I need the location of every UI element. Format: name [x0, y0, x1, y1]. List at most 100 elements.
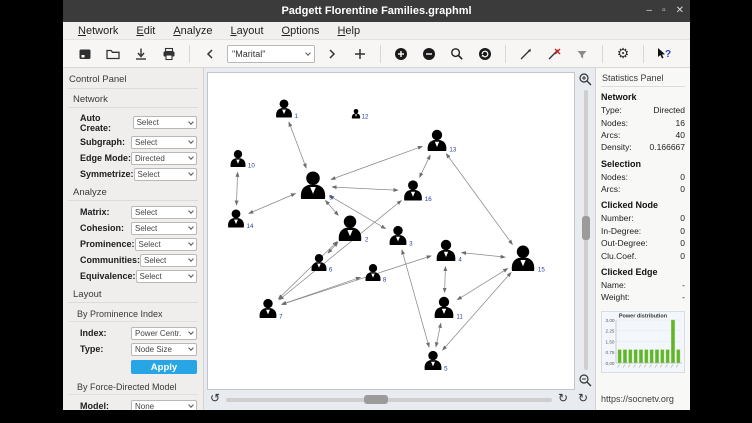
remove-node-button[interactable] [417, 43, 441, 65]
menu-options[interactable]: Options [273, 25, 329, 37]
whats-this-button[interactable]: ? [652, 43, 676, 65]
type-select[interactable]: Node Size [131, 343, 197, 356]
graph-canvas[interactable]: 12345678910111213141516 [207, 72, 575, 390]
zoom-in-icon[interactable] [578, 72, 593, 87]
save-network-button[interactable] [129, 43, 153, 65]
zoom-slider-handle[interactable] [582, 216, 590, 240]
graph-node-3[interactable]: 3 [390, 226, 414, 247]
add-node-button[interactable] [389, 43, 413, 65]
graph-edge-7-16[interactable] [279, 200, 401, 299]
graph-node-1[interactable]: 1 [276, 99, 299, 119]
model-select[interactable]: None [131, 400, 197, 411]
communities-select[interactable]: Select [140, 254, 197, 267]
settings-button[interactable]: ⚙ [611, 43, 635, 65]
rotate-slider-track[interactable] [226, 398, 552, 402]
add-edge-button[interactable] [514, 43, 538, 65]
graph-edge-4-7[interactable] [282, 256, 431, 305]
equivalence-select[interactable]: Select [136, 270, 197, 283]
graph-edge-2-9[interactable] [325, 200, 338, 215]
graph-node-10[interactable]: 10 [231, 150, 256, 169]
filter-edges-button[interactable] [570, 43, 594, 65]
graph-edge-10-14[interactable] [236, 172, 237, 205]
graph-node-16[interactable]: 16 [404, 180, 432, 203]
graph-edge-5-11[interactable] [436, 323, 441, 347]
rotate-slider-handle[interactable] [364, 395, 388, 404]
stat-clicked-edge-weight: Weight:- [601, 291, 685, 303]
graph-node-9[interactable]: 9 [301, 171, 333, 201]
minimize-button[interactable]: – [647, 6, 653, 16]
auto-create-value: Select [137, 118, 159, 127]
graph-edge-9-16[interactable] [332, 187, 398, 190]
group-title-analyze: Analyze [68, 184, 198, 201]
statistics-panel-title: Statistics Panel [601, 71, 685, 87]
row-cohesion: Cohesion:Select [68, 220, 198, 236]
rotate-right-icon[interactable]: ↻ [558, 391, 568, 405]
graph-node-6[interactable]: 6 [312, 254, 333, 273]
menu-edit[interactable]: Edit [127, 25, 164, 37]
menu-network[interactable]: Network [69, 25, 127, 37]
graph-edge-4-15[interactable] [462, 253, 506, 258]
symmetrize-select[interactable]: Select [134, 168, 197, 181]
matrix-select[interactable]: Select [131, 206, 197, 219]
graph-node-15[interactable]: 15 [512, 246, 546, 274]
graph-edge-3-9[interactable] [329, 196, 385, 229]
close-button[interactable]: ✕ [676, 6, 684, 16]
graph-edge-13-15[interactable] [446, 154, 512, 245]
node-label: 2 [365, 236, 369, 243]
cohesion-select[interactable]: Select [131, 222, 197, 235]
stat-selection-nodes: Nodes:0 [601, 171, 685, 183]
find-node-button[interactable] [445, 43, 469, 65]
graph-node-7[interactable]: 7 [260, 299, 284, 320]
prominence-select[interactable]: Select [135, 238, 197, 251]
edge-mode-select[interactable]: Directed [131, 152, 197, 165]
auto-create-select[interactable]: Select [133, 116, 197, 129]
rotate-left-icon[interactable]: ↺ [210, 391, 220, 405]
print-network-button[interactable] [157, 43, 181, 65]
graph-node-2[interactable]: 2 [339, 216, 369, 244]
graph-edge-3-5[interactable] [402, 250, 429, 347]
graph-node-13[interactable]: 13 [428, 130, 457, 154]
menu-help[interactable]: Help [328, 25, 369, 37]
add-relation-button[interactable] [348, 43, 372, 65]
stat-label: Type: [601, 105, 622, 115]
relation-combo[interactable]: "Marital" [227, 45, 315, 63]
open-network-button[interactable] [101, 43, 125, 65]
graph-edge-4-11[interactable] [445, 267, 446, 293]
node-menu-button[interactable] [473, 43, 497, 65]
graph-node-11[interactable]: 11 [435, 297, 464, 321]
by-prominence-index-apply-button[interactable]: Apply [131, 360, 197, 374]
graph-node-4[interactable]: 4 [437, 240, 463, 264]
previous-relation-button[interactable] [198, 43, 222, 65]
graph-edge-7-8[interactable] [282, 277, 361, 304]
stat-label: In-Degree: [601, 226, 641, 236]
stat-label: Name: [601, 280, 626, 290]
zoom-out-icon[interactable] [578, 373, 593, 388]
socnetv-link[interactable]: https://socnetv.org [601, 394, 674, 404]
subgraph-select[interactable]: Select [131, 136, 197, 149]
graph-edge-11-15[interactable] [457, 268, 508, 299]
graph-edge-13-16[interactable] [419, 155, 430, 177]
equivalence-value: Select [140, 272, 162, 281]
graph-edge-2-6[interactable] [328, 242, 338, 253]
graph-node-5[interactable]: 5 [425, 351, 449, 372]
menu-analyze[interactable]: Analyze [164, 25, 221, 37]
graph-node-12[interactable]: 12 [352, 109, 369, 121]
graph-edge-9-14[interactable] [249, 194, 296, 214]
graph-node-14[interactable]: 14 [228, 209, 254, 229]
prominence-label: Prominence: [80, 239, 135, 249]
reset-view-icon[interactable]: ↻ [578, 391, 588, 405]
node-label: 10 [248, 162, 255, 169]
next-relation-button[interactable] [320, 43, 344, 65]
node-label: 6 [329, 266, 333, 273]
graph-node-8[interactable]: 8 [366, 264, 387, 283]
graph-edge-9-13[interactable] [331, 146, 422, 179]
stats-section-selection: Selection [601, 159, 685, 169]
remove-edge-button[interactable] [542, 43, 566, 65]
menu-bar: NetworkEditAnalyzeLayoutOptionsHelp [63, 22, 690, 40]
menu-layout[interactable]: Layout [221, 25, 272, 37]
graph-edge-1-9[interactable] [289, 122, 306, 168]
maximize-button[interactable]: ▫ [662, 6, 666, 16]
graph-edge-5-15[interactable] [443, 272, 512, 350]
index-select[interactable]: Power Centr. [131, 327, 197, 340]
new-network-button[interactable] [73, 43, 97, 65]
